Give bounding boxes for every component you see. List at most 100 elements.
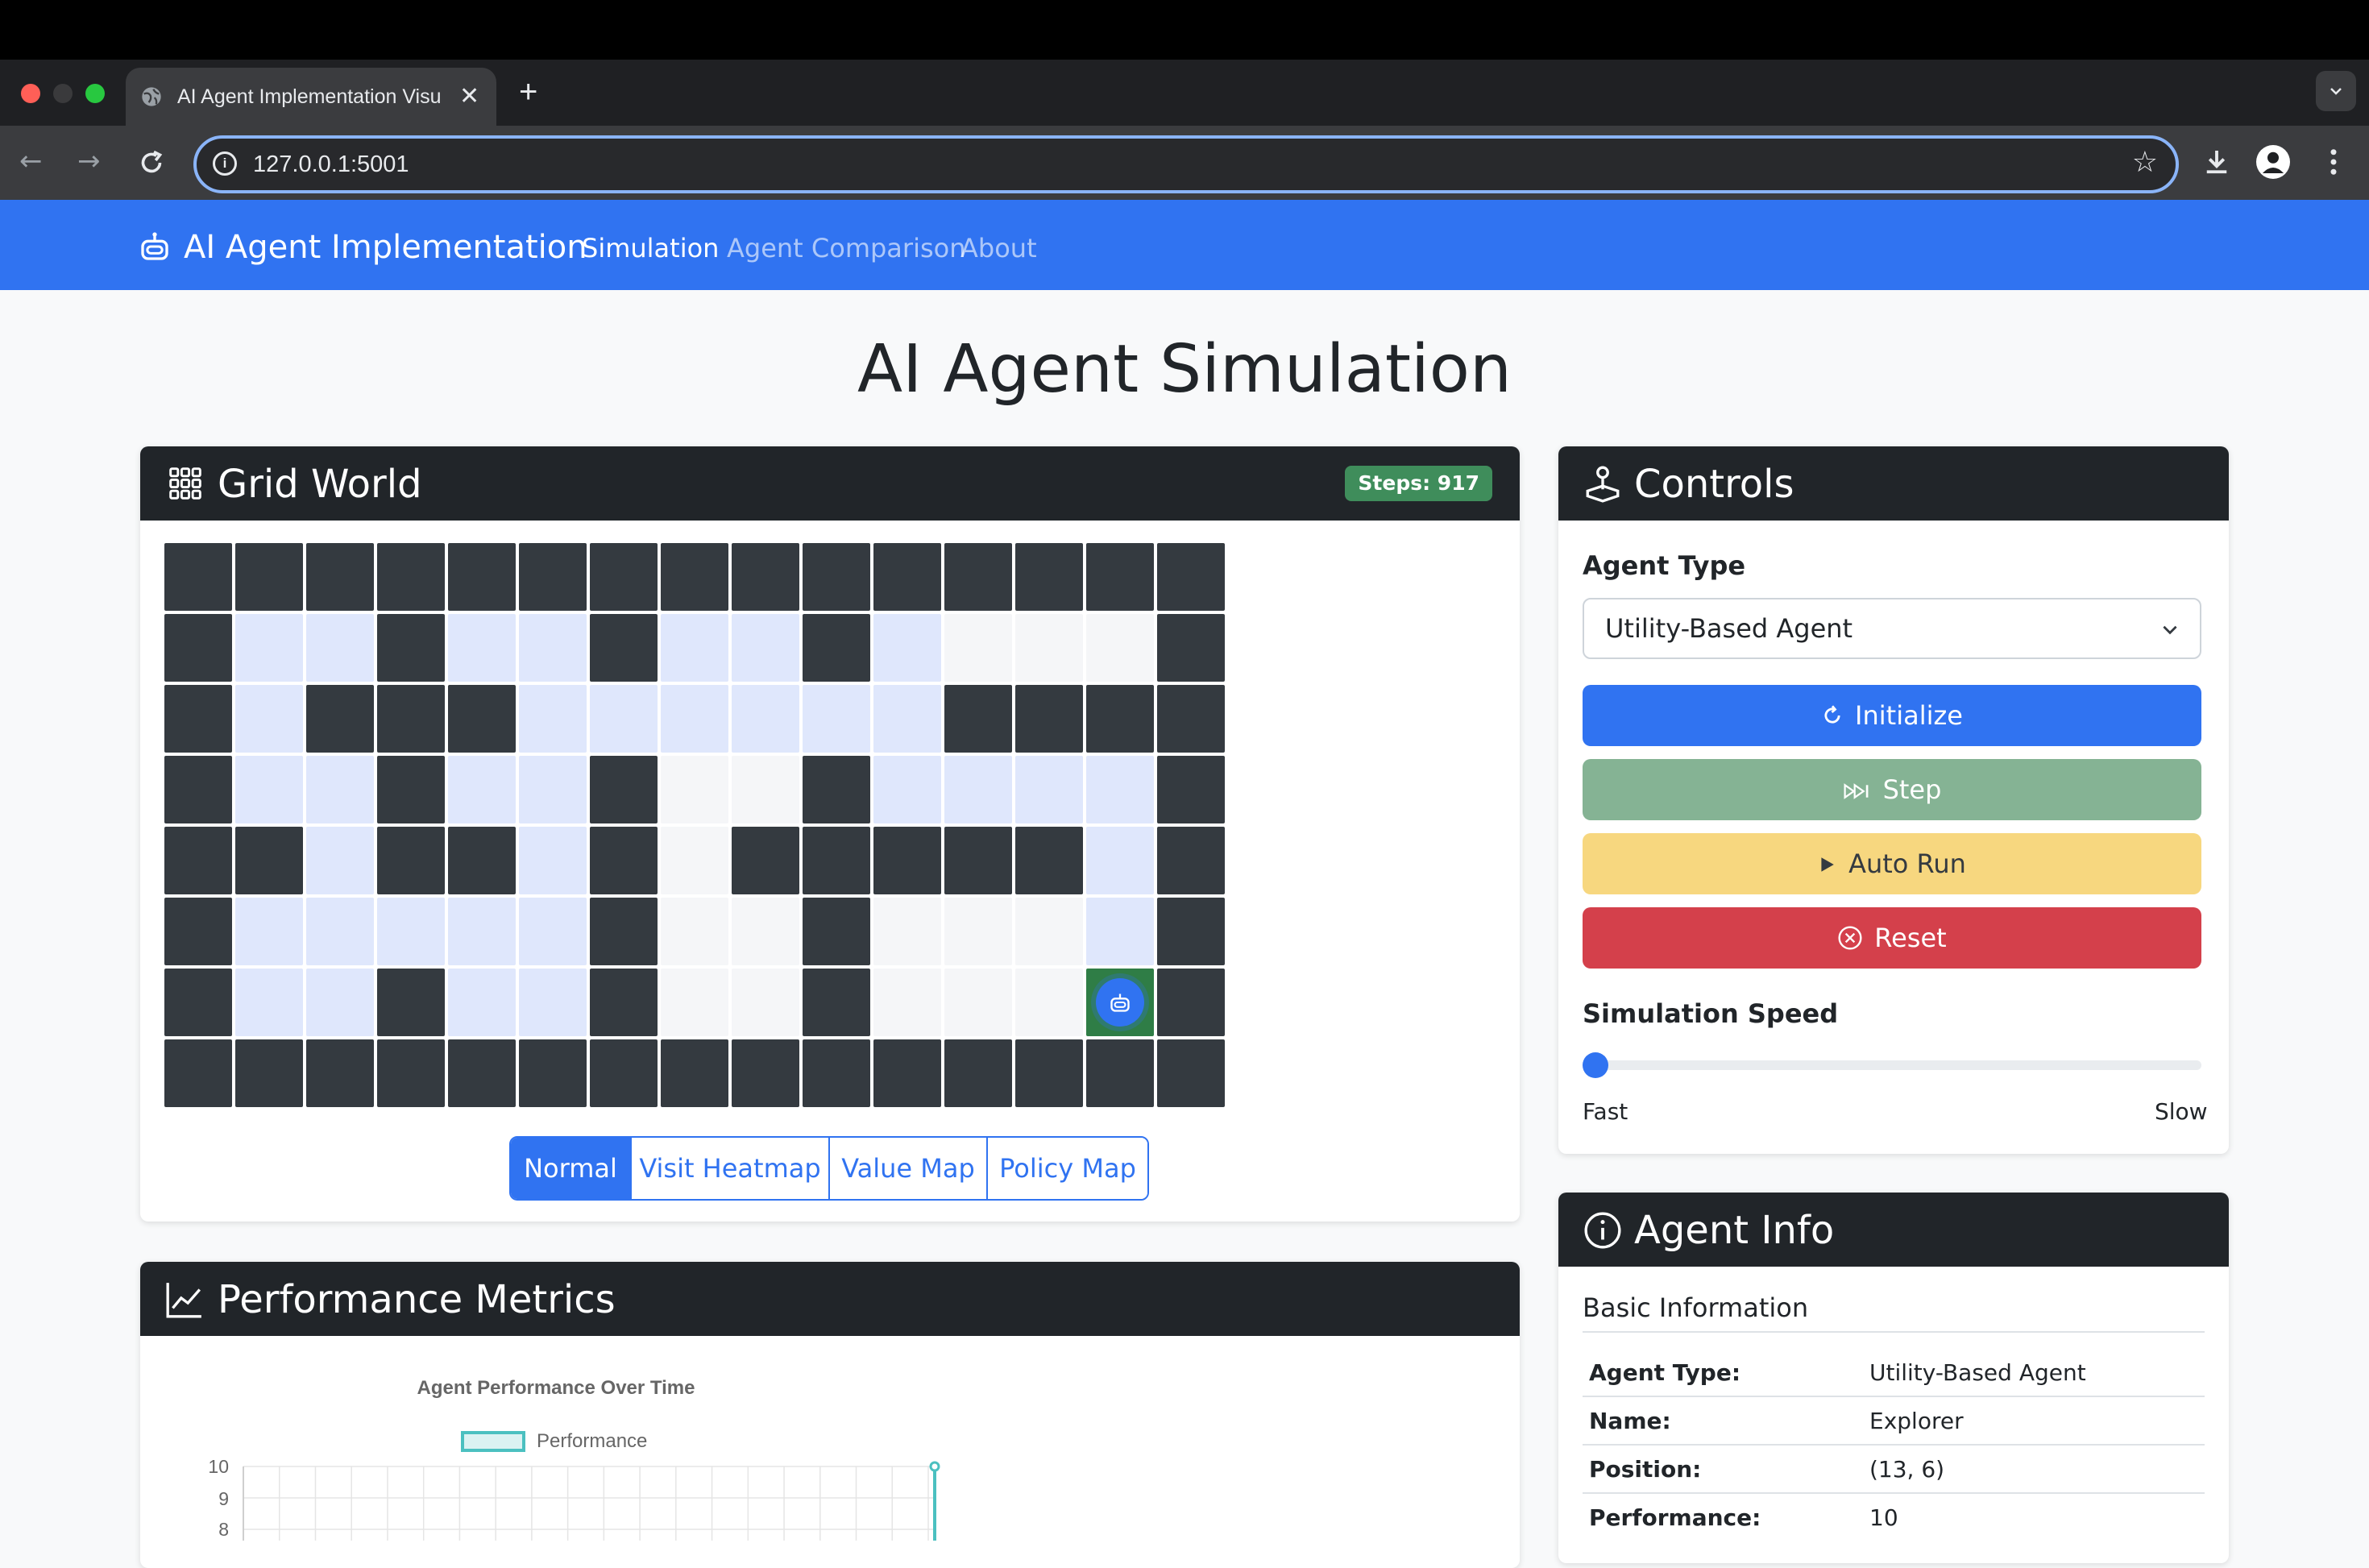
tab-title: AI Agent Implementation Visu xyxy=(177,85,442,108)
wall-cell xyxy=(873,827,941,894)
agent-info-title: Agent Info xyxy=(1634,1208,1835,1253)
wall-cell xyxy=(1157,614,1225,682)
wall-cell xyxy=(1157,898,1225,965)
wall-cell xyxy=(732,1039,799,1107)
wall-cell xyxy=(803,1039,870,1107)
step-button[interactable]: Step xyxy=(1583,759,2201,820)
wall-cell xyxy=(1015,685,1083,753)
performance-metrics-title: Performance Metrics xyxy=(218,1277,616,1322)
agent-info-header: Agent Info xyxy=(1558,1193,2229,1267)
wall-cell xyxy=(164,614,232,682)
nav-link-agent-comparison[interactable]: Agent Comparison xyxy=(727,229,965,268)
info-value-performance: 10 xyxy=(1869,1504,1898,1531)
wall-cell xyxy=(1086,543,1154,611)
controls-header: Controls xyxy=(1558,446,2229,521)
wall-cell xyxy=(1157,543,1225,611)
view-policy-map-button[interactable]: Policy Map xyxy=(988,1138,1147,1199)
visited-cell xyxy=(1086,756,1154,823)
visited-cell xyxy=(235,898,303,965)
visited-cell xyxy=(944,756,1012,823)
tab-close-icon[interactable]: ✕ xyxy=(459,81,479,113)
wall-cell xyxy=(803,827,870,894)
reload-icon[interactable] xyxy=(137,148,166,177)
wall-cell xyxy=(448,543,516,611)
more-menu-icon[interactable] xyxy=(2319,145,2348,179)
basic-information-heading: Basic Information xyxy=(1583,1292,1809,1323)
performance-metrics-header: Performance Metrics xyxy=(140,1262,1520,1336)
divider xyxy=(1583,1331,2205,1333)
visited-cell xyxy=(519,756,587,823)
agent-type-select[interactable]: Utility-Based Agent xyxy=(1583,598,2201,659)
wall-cell xyxy=(1015,827,1083,894)
visited-cell xyxy=(448,614,516,682)
url-text[interactable]: 127.0.0.1:5001 xyxy=(253,148,409,180)
empty-cell xyxy=(944,898,1012,965)
wall-cell xyxy=(448,685,516,753)
wall-cell xyxy=(944,1039,1012,1107)
forward-arrow-icon[interactable]: → xyxy=(77,143,101,179)
wall-cell xyxy=(164,1039,232,1107)
view-value-map-button[interactable]: Value Map xyxy=(830,1138,988,1199)
nav-link-simulation[interactable]: Simulation xyxy=(582,229,719,268)
profile-avatar[interactable] xyxy=(2256,145,2290,179)
back-arrow-icon[interactable]: ← xyxy=(19,143,43,179)
initialize-button[interactable]: Initialize xyxy=(1583,685,2201,746)
globe-icon xyxy=(142,87,161,106)
download-icon[interactable] xyxy=(2200,145,2234,179)
view-visit-heatmap-button[interactable]: Visit Heatmap xyxy=(632,1138,830,1199)
info-value-position: (13, 6) xyxy=(1869,1456,1945,1483)
wall-cell xyxy=(519,543,587,611)
new-tab-button[interactable]: + xyxy=(519,74,537,110)
empty-cell xyxy=(873,898,941,965)
chevron-down-icon xyxy=(2163,625,2177,635)
wall-cell xyxy=(590,827,658,894)
view-normal-button[interactable]: Normal xyxy=(511,1138,632,1199)
nav-link-about[interactable]: About xyxy=(960,229,1037,268)
chart-title: Agent Performance Over Time xyxy=(417,1377,695,1399)
wall-cell xyxy=(1015,1039,1083,1107)
reset-button[interactable]: Reset xyxy=(1583,907,2201,969)
wall-cell xyxy=(661,1039,728,1107)
empty-cell xyxy=(732,898,799,965)
visited-cell xyxy=(661,614,728,682)
wall-cell xyxy=(803,614,870,682)
initialize-label: Initialize xyxy=(1855,700,1963,731)
visited-cell xyxy=(235,756,303,823)
visited-cell xyxy=(377,898,445,965)
person-icon xyxy=(2262,151,2284,173)
window-minimize-button[interactable] xyxy=(53,84,73,103)
wall-cell xyxy=(235,827,303,894)
joystick-icon xyxy=(1586,466,1620,503)
window-close-button[interactable] xyxy=(21,84,40,103)
auto-run-button[interactable]: Auto Run xyxy=(1583,833,2201,894)
reset-label: Reset xyxy=(1874,923,1947,953)
auto-run-label: Auto Run xyxy=(1848,848,1966,879)
legend-swatch-performance[interactable] xyxy=(461,1431,525,1452)
address-bar[interactable]: i 127.0.0.1:5001 ☆ xyxy=(193,135,2179,193)
wall-cell xyxy=(944,827,1012,894)
wall-cell xyxy=(590,969,658,1036)
visited-cell xyxy=(873,756,941,823)
speed-slider-track[interactable] xyxy=(1583,1060,2201,1070)
speed-slider-thumb[interactable] xyxy=(1583,1052,1608,1078)
browser-tab[interactable]: AI Agent Implementation Visu ✕ xyxy=(126,68,496,126)
wall-cell xyxy=(235,543,303,611)
site-info-icon[interactable]: i xyxy=(213,151,237,176)
wall-cell xyxy=(1157,969,1225,1036)
wall-cell xyxy=(944,543,1012,611)
wall-cell xyxy=(803,756,870,823)
bookmark-star-icon[interactable]: ☆ xyxy=(2132,145,2158,180)
wall-cell xyxy=(732,827,799,894)
app-brand[interactable]: AI Agent Implementation xyxy=(184,226,587,269)
wall-cell xyxy=(590,756,658,823)
wall-cell xyxy=(377,614,445,682)
tab-search-button[interactable] xyxy=(2316,71,2356,111)
empty-cell xyxy=(661,898,728,965)
window-zoom-button[interactable] xyxy=(85,84,105,103)
info-key-performance: Performance: xyxy=(1589,1504,1761,1531)
wall-cell xyxy=(590,898,658,965)
wall-cell xyxy=(164,827,232,894)
visited-cell xyxy=(1015,756,1083,823)
simulation-speed-label: Simulation Speed xyxy=(1583,998,1839,1029)
wall-cell xyxy=(944,685,1012,753)
